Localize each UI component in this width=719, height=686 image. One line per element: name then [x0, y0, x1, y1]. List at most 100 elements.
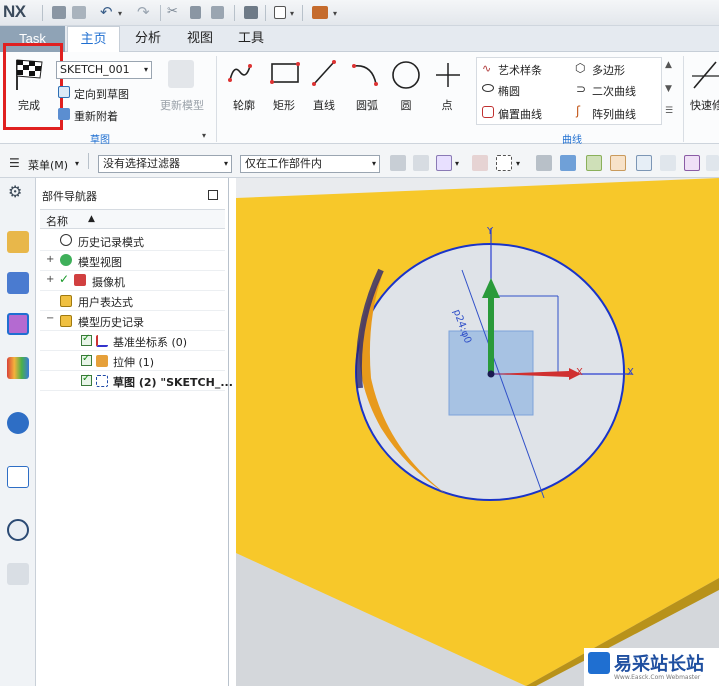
point-snap-icon[interactable]: [586, 155, 602, 171]
visibility-checkbox[interactable]: [81, 353, 92, 366]
spline-snap-icon[interactable]: [684, 155, 700, 171]
history-icon[interactable]: [7, 519, 29, 541]
tab-home[interactable]: 主页: [67, 26, 120, 53]
list-item[interactable]: 草图 (2) "SKETCH_...: [40, 371, 233, 391]
line-snap-icon[interactable]: [636, 155, 652, 171]
tool-profile[interactable]: 轮廓: [230, 97, 258, 113]
visibility-checkbox[interactable]: [81, 333, 92, 346]
snap-icon[interactable]: [472, 155, 488, 171]
separator: [265, 5, 266, 21]
paste-icon[interactable]: [211, 6, 224, 19]
collapse-icon[interactable]: −: [46, 313, 54, 324]
curve-snap-icon[interactable]: [660, 155, 676, 171]
save-icon[interactable]: [52, 6, 66, 19]
assembly-navigator-icon[interactable]: [7, 231, 29, 253]
tool-pattern-curve[interactable]: 阵列曲线: [592, 106, 636, 122]
sketch-name-select[interactable]: SKETCH_001 ▾: [56, 61, 152, 79]
orient-to-sketch-icon[interactable]: [58, 86, 70, 98]
list-item[interactable]: 历史记录模式: [40, 231, 225, 251]
role-icon[interactable]: [7, 563, 29, 585]
orient-to-sketch-button[interactable]: 定向到草图: [74, 86, 129, 102]
list-item[interactable]: + ✓ 摄像机: [40, 271, 225, 291]
list-item[interactable]: − 模型历史记录: [40, 311, 225, 331]
window-dropdown-icon[interactable]: ▾: [290, 9, 294, 18]
undo-icon[interactable]: ↶: [100, 3, 113, 21]
tool-arc[interactable]: 圆弧: [353, 97, 381, 113]
redo-icon[interactable]: ↷: [137, 3, 150, 21]
tool-rectangle[interactable]: 矩形: [270, 97, 298, 113]
tool-art-spline[interactable]: 艺术样条: [498, 62, 542, 78]
separator: [234, 5, 235, 21]
touch-mode-icon[interactable]: [312, 6, 328, 19]
qat-customize-icon[interactable]: ▾: [333, 9, 337, 18]
sketch-tools-icons: [228, 60, 460, 89]
tool-line[interactable]: 直线: [310, 97, 338, 113]
tool-circle[interactable]: 圆: [392, 97, 420, 113]
rectangle-select-dropdown-icon[interactable]: ▾: [516, 159, 520, 168]
tool-polygon[interactable]: 多边形: [592, 62, 625, 78]
highlight-box: [3, 43, 63, 130]
undo-dropdown-icon[interactable]: ▾: [118, 9, 122, 18]
tab-tools[interactable]: 工具: [231, 26, 271, 52]
y-axis-label: Y: [487, 226, 494, 237]
chevron-down-icon: ▾: [223, 159, 228, 168]
reattach-button[interactable]: 重新附着: [74, 108, 118, 124]
gallery-scroll-down-icon[interactable]: ▼: [665, 84, 672, 94]
list-item[interactable]: 用户表达式: [40, 291, 225, 311]
tool-quick-trim[interactable]: 快速修: [690, 97, 719, 113]
tab-analysis[interactable]: 分析: [128, 26, 168, 52]
face-select-icon[interactable]: [536, 155, 552, 171]
general-selection-icon[interactable]: [390, 155, 406, 171]
maximize-icon[interactable]: [208, 190, 218, 200]
gear-icon[interactable]: ⚙: [8, 182, 22, 201]
origin-point: [487, 370, 495, 378]
print-icon[interactable]: [244, 6, 258, 19]
tool-ellipse[interactable]: 椭圆: [498, 83, 520, 99]
menu-dropdown-icon[interactable]: ▾: [75, 159, 79, 168]
rectangle-icon: [270, 62, 300, 84]
expand-icon[interactable]: +: [46, 274, 54, 285]
graphics-window[interactable]: p24:φ0 X X Y 易采站长站 Www.Easck.Com Webmast…: [236, 178, 719, 686]
endpoint-snap-icon[interactable]: [610, 155, 626, 171]
expand-icon[interactable]: +: [46, 254, 54, 265]
body-select-icon[interactable]: [560, 155, 576, 171]
feature-selection-icon[interactable]: [413, 155, 429, 171]
part-navigator-icon[interactable]: [7, 313, 29, 335]
tool-offset-curve[interactable]: 偏置曲线: [498, 106, 542, 122]
copy-icon[interactable]: [190, 6, 201, 19]
tool-conic[interactable]: 二次曲线: [592, 83, 636, 99]
scope-filter-select[interactable]: 仅在工作部件内 ▾: [240, 155, 380, 173]
clock-icon: [60, 234, 72, 246]
cut-icon[interactable]: ✂: [167, 4, 178, 19]
constraint-navigator-icon[interactable]: [7, 272, 29, 294]
navigator-column-header[interactable]: 名称 ▲: [40, 209, 225, 229]
visibility-checkbox[interactable]: [81, 373, 92, 386]
menu-button[interactable]: 菜单(M): [28, 157, 68, 173]
more-snap-icon[interactable]: [706, 155, 719, 171]
group-expand-icon[interactable]: ▾: [202, 131, 206, 140]
info-icon[interactable]: [7, 412, 29, 434]
list-item[interactable]: + 模型视图: [40, 251, 225, 271]
selection-scope-dropdown-icon[interactable]: ▾: [455, 159, 459, 168]
window-icon[interactable]: [274, 6, 286, 19]
reuse-library-icon[interactable]: [7, 357, 29, 379]
datum-csys-icon: [96, 335, 108, 347]
type-filter-select[interactable]: 没有选择过滤器 ▾: [98, 155, 232, 173]
selection-scope-icon[interactable]: [436, 155, 452, 171]
list-item-label: 拉伸 (1): [113, 356, 155, 369]
list-item[interactable]: 基准坐标系 (0): [40, 331, 225, 351]
tool-point[interactable]: 点: [433, 97, 461, 113]
list-item[interactable]: 拉伸 (1): [40, 351, 225, 371]
list-item-label: 用户表达式: [78, 296, 133, 309]
tab-view[interactable]: 视图: [180, 26, 220, 52]
web-browser-icon[interactable]: [7, 466, 29, 488]
gallery-scroll-up-icon[interactable]: ▲: [665, 60, 672, 70]
update-model-icon: [168, 60, 194, 88]
rectangle-select-icon[interactable]: [496, 155, 512, 171]
sketch-name-value: SKETCH_001: [60, 63, 130, 76]
gallery-more-icon[interactable]: ☰: [665, 106, 673, 116]
nx-logo: NX: [3, 2, 26, 21]
save-all-icon[interactable]: [72, 6, 86, 19]
arc-icon: [352, 64, 378, 86]
reattach-icon[interactable]: [58, 108, 70, 120]
